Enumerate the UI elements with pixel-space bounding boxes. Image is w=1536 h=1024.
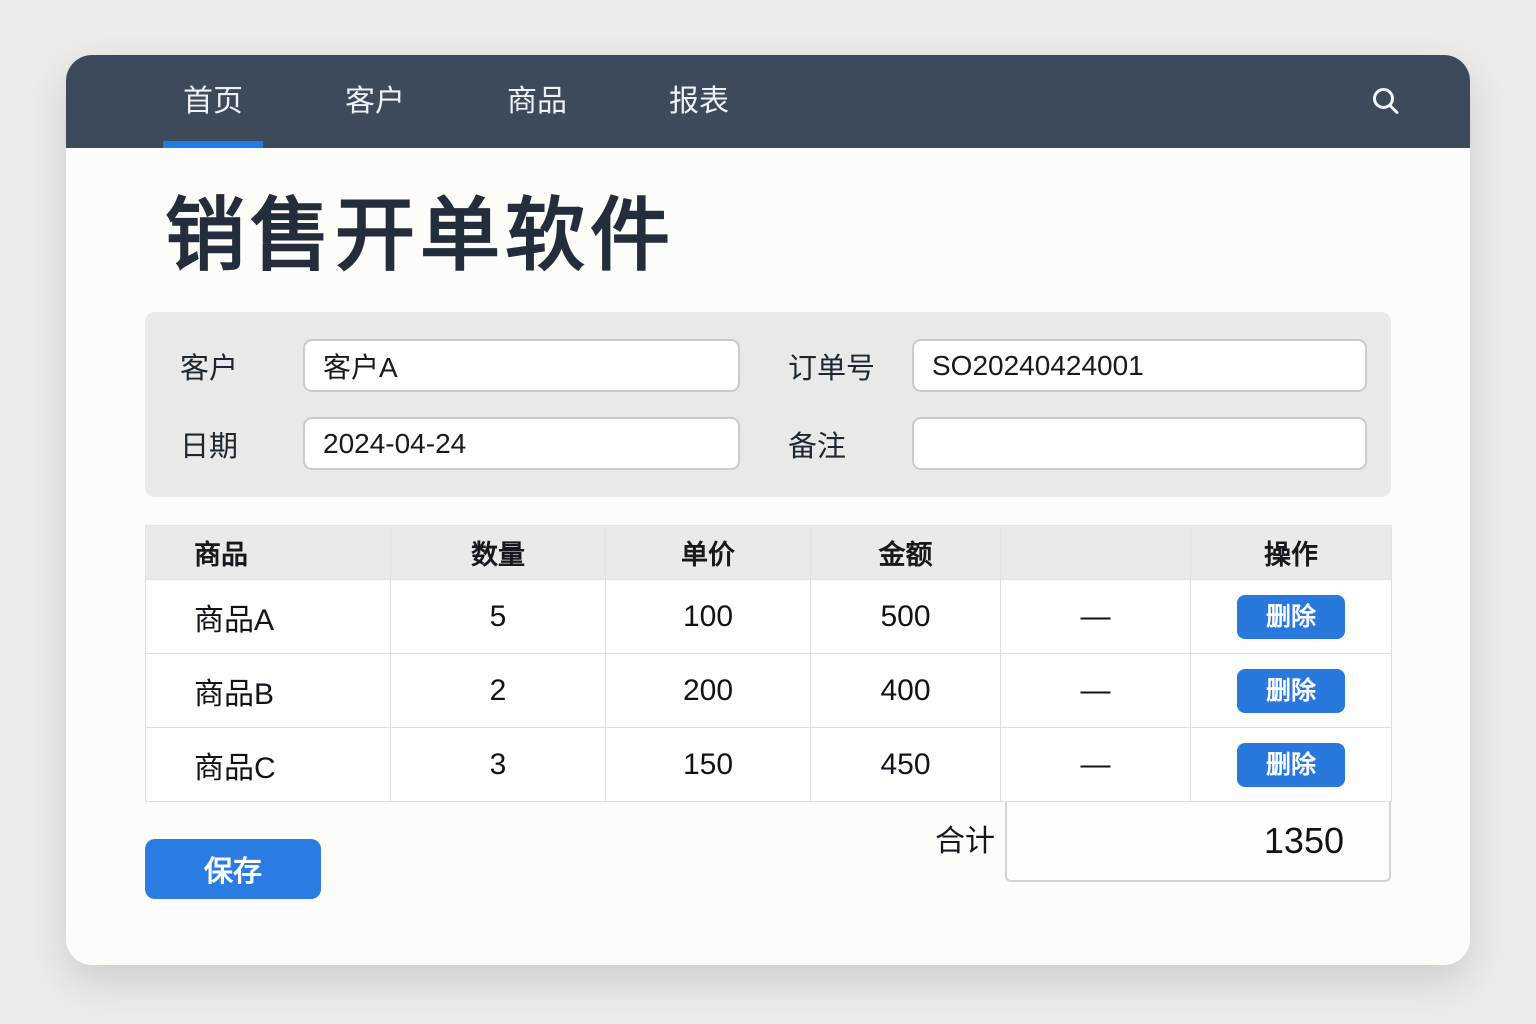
total-label: 合计 <box>935 825 995 858</box>
header-product: 商品 <box>145 525 391 580</box>
header-unit-price: 单价 <box>605 525 811 580</box>
remarks-label: 备注 <box>788 430 847 463</box>
main-content: 销售开单软件 客户 订单号 日期 备注 商品 <box>66 190 1470 914</box>
date-label: 日期 <box>180 430 239 463</box>
top-nav: 首页 客户 商品 报表 <box>66 55 1470 148</box>
cell-actions: 删除 <box>1190 579 1392 654</box>
date-input[interactable] <box>303 417 740 470</box>
delete-button[interactable]: 删除 <box>1237 594 1345 639</box>
app-window: 首页 客户 商品 报表 销售开单软件 客户 订单号 日期 <box>66 55 1470 965</box>
header-blank <box>1000 525 1191 580</box>
cell-amount: 400 <box>810 653 1001 728</box>
cell-product: 商品B <box>145 653 391 728</box>
nav-tabs: 首页 客户 商品 报表 <box>163 55 749 148</box>
cell-unit-price: 150 <box>605 727 811 802</box>
delete-button[interactable]: 删除 <box>1237 668 1345 713</box>
cell-product: 商品C <box>145 727 391 802</box>
desktop-background: 首页 客户 商品 报表 销售开单软件 客户 订单号 日期 <box>0 0 1536 1024</box>
tab-customers[interactable]: 客户 <box>325 55 425 148</box>
line-items-table: 商品 数量 单价 金额 操作 商品A 5 100 500 — 删除 商品B 2 … <box>145 525 1392 802</box>
order-number-label: 订单号 <box>788 352 876 385</box>
sheet-footer: 保存 合计 1350 <box>145 802 1391 914</box>
tab-products[interactable]: 商品 <box>487 55 587 148</box>
header-quantity: 数量 <box>390 525 606 580</box>
remarks-input[interactable] <box>912 417 1367 470</box>
tab-reports[interactable]: 报表 <box>649 55 749 148</box>
search-icon[interactable] <box>1364 80 1408 124</box>
cell-dash: — <box>1000 727 1191 802</box>
cell-unit-price: 100 <box>605 579 811 654</box>
total-value: 1350 <box>1005 802 1391 882</box>
table-header-row: 商品 数量 单价 金额 操作 <box>145 525 1392 580</box>
delete-button[interactable]: 删除 <box>1237 742 1345 787</box>
cell-actions: 删除 <box>1190 653 1392 728</box>
cell-product: 商品A <box>145 579 391 654</box>
cell-amount: 450 <box>810 727 1001 802</box>
cell-dash: — <box>1000 579 1191 654</box>
table-row: 商品B 2 200 400 — 删除 <box>145 653 1392 728</box>
customer-input[interactable] <box>303 339 740 392</box>
cell-quantity: 2 <box>390 653 606 728</box>
cell-dash: — <box>1000 653 1191 728</box>
cell-quantity: 5 <box>390 579 606 654</box>
customer-label: 客户 <box>180 352 239 385</box>
table-row: 商品C 3 150 450 — 删除 <box>145 727 1392 802</box>
cell-quantity: 3 <box>390 727 606 802</box>
cell-actions: 删除 <box>1190 727 1392 802</box>
save-button[interactable]: 保存 <box>145 839 321 899</box>
order-number-input[interactable] <box>912 339 1367 392</box>
header-amount: 金额 <box>810 525 1001 580</box>
table-row: 商品A 5 100 500 — 删除 <box>145 579 1392 654</box>
cell-unit-price: 200 <box>605 653 811 728</box>
order-form: 客户 订单号 日期 备注 <box>145 312 1391 497</box>
tab-home[interactable]: 首页 <box>163 55 263 148</box>
header-actions: 操作 <box>1190 525 1392 580</box>
page-title: 销售开单软件 <box>165 191 675 280</box>
cell-amount: 500 <box>810 579 1001 654</box>
